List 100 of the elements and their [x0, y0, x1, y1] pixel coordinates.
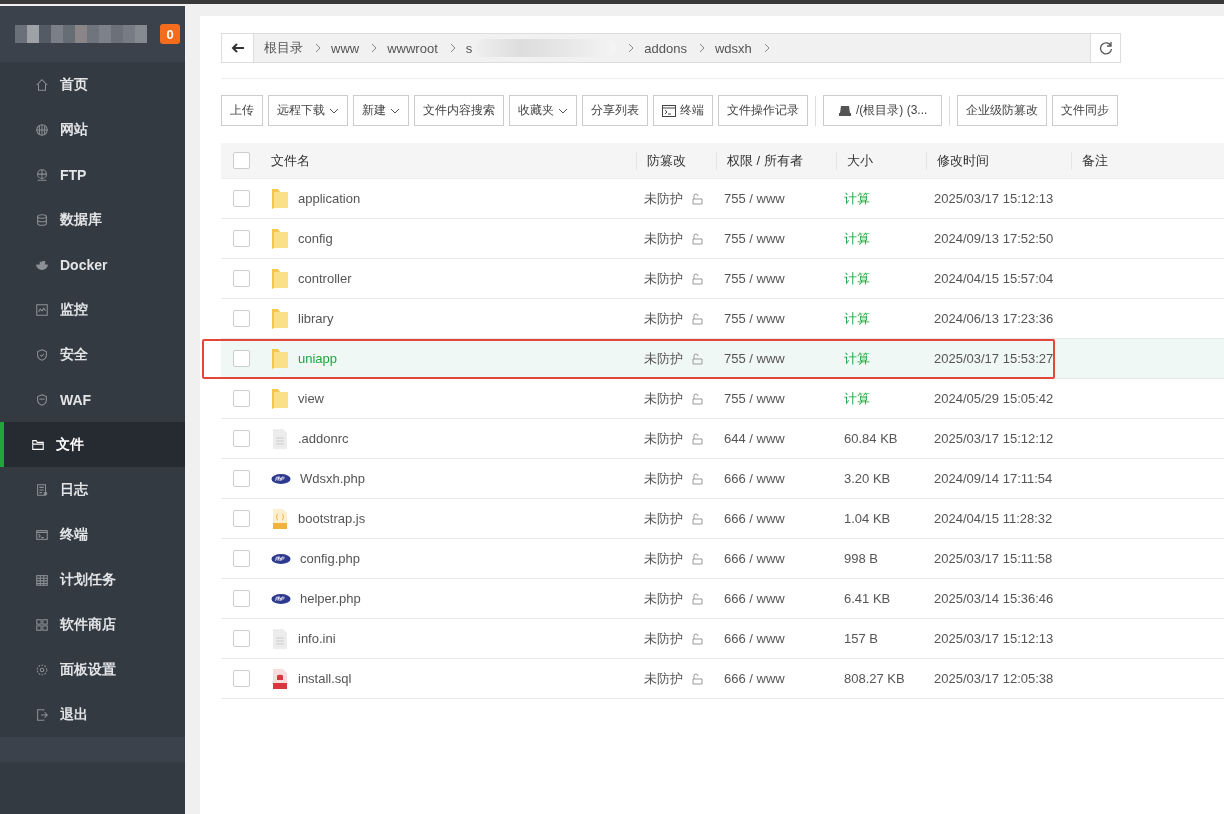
- file-name[interactable]: .addonrc: [298, 431, 349, 446]
- file-row[interactable]: bootstrap.js 未防护 666 / www 1.04 KB 2024/04/15 11:28:32: [221, 498, 1224, 539]
- toolbar-button[interactable]: 文件内容搜索: [414, 95, 504, 126]
- row-checkbox[interactable]: [233, 230, 250, 247]
- permission-cell[interactable]: 755 / www: [716, 271, 785, 286]
- unlock-icon[interactable]: [691, 672, 703, 685]
- file-name[interactable]: controller: [298, 271, 352, 286]
- permission-cell[interactable]: 755 / www: [716, 311, 785, 326]
- file-name[interactable]: library: [298, 311, 334, 326]
- file-name[interactable]: view: [298, 391, 324, 406]
- file-row[interactable]: library 未防护 755 / www 计算 2024/06/13 17:23:36: [221, 298, 1224, 339]
- path-bar[interactable]: 根目录 www wwwroot s addons wdsxh: [221, 33, 1121, 63]
- unlock-icon[interactable]: [691, 632, 703, 645]
- breadcrumb-item[interactable]: www: [331, 40, 360, 56]
- file-row[interactable]: uniapp 未防护 755 / www 计算 2025/03/17 15:53:27: [221, 338, 1224, 379]
- permission-cell[interactable]: 666 / www: [716, 631, 785, 646]
- file-row[interactable]: Wdsxh.php 未防护 666 / www 3.20 KB 2024/09/14 17:11:54: [221, 458, 1224, 499]
- file-row[interactable]: helper.php 未防护 666 / www 6.41 KB 2025/03/14 15:36:46: [221, 578, 1224, 619]
- permission-cell[interactable]: 755 / www: [716, 231, 785, 246]
- breadcrumb-item[interactable]: addons: [644, 40, 687, 56]
- sidebar-item[interactable]: WAF: [0, 377, 185, 422]
- unlock-icon[interactable]: [691, 512, 703, 525]
- column-header[interactable]: 文件名: [271, 152, 310, 168]
- toolbar-button[interactable]: /(根目录) (3...: [823, 95, 943, 126]
- file-name[interactable]: info.ini: [298, 631, 336, 646]
- file-row[interactable]: info.ini 未防护 666 / www 157 B 2025/03/17 15:12:13: [221, 618, 1224, 659]
- select-all-checkbox[interactable]: [233, 152, 250, 169]
- toolbar-button[interactable]: 分享列表: [582, 95, 648, 126]
- sidebar-item[interactable]: 文件: [0, 422, 185, 467]
- permission-cell[interactable]: 755 / www: [716, 391, 785, 406]
- unlock-icon[interactable]: [691, 552, 703, 565]
- permission-cell[interactable]: 666 / www: [716, 471, 785, 486]
- row-checkbox[interactable]: [233, 310, 250, 327]
- file-row[interactable]: .addonrc 未防护 644 / www 60.84 KB 2025/03/17 15:12:12: [221, 418, 1224, 459]
- unlock-icon[interactable]: [691, 392, 703, 405]
- file-row[interactable]: config.php 未防护 666 / www 998 B 2025/03/17 15:11:58: [221, 538, 1224, 579]
- permission-cell[interactable]: 755 / www: [716, 191, 785, 206]
- breadcrumb-item[interactable]: 根目录: [264, 39, 303, 57]
- file-row[interactable]: application 未防护 755 / www 计算 2025/03/17 15:12:13: [221, 178, 1224, 219]
- unlock-icon[interactable]: [691, 192, 703, 205]
- sidebar-item[interactable]: 监控: [0, 287, 185, 332]
- file-name[interactable]: application: [298, 191, 361, 206]
- sidebar-item[interactable]: 计划任务: [0, 557, 185, 602]
- sidebar-item[interactable]: 软件商店: [0, 602, 185, 647]
- file-name[interactable]: bootstrap.js: [298, 511, 366, 526]
- toolbar-button[interactable]: 文件同步: [1052, 95, 1119, 126]
- breadcrumb-item[interactable]: s: [465, 40, 473, 56]
- file-name[interactable]: helper.php: [300, 591, 361, 606]
- permission-cell[interactable]: 666 / www: [716, 551, 785, 566]
- toolbar-button[interactable]: 企业级防篡改: [957, 95, 1048, 126]
- permission-cell[interactable]: 666 / www: [716, 591, 785, 606]
- unlock-icon[interactable]: [691, 272, 703, 285]
- sidebar-item[interactable]: 数据库: [0, 197, 185, 242]
- breadcrumb-item[interactable]: wwwroot: [387, 40, 438, 56]
- file-name[interactable]: Wdsxh.php: [300, 471, 366, 486]
- file-row[interactable]: view 未防护 755 / www 计算 2024/05/29 15:05:42: [221, 378, 1224, 419]
- sidebar-item[interactable]: FTP: [0, 152, 185, 197]
- row-checkbox[interactable]: [233, 630, 250, 647]
- toolbar-button[interactable]: 文件操作记录: [718, 95, 808, 126]
- file-row[interactable]: install.sql 未防护 666 / www 808.27 KB 2025/03/17 12:05:38: [221, 658, 1224, 699]
- permission-cell[interactable]: 644 / www: [716, 431, 785, 446]
- toolbar-button[interactable]: 上传: [221, 95, 263, 126]
- row-checkbox[interactable]: [233, 470, 250, 487]
- sidebar-item[interactable]: Docker: [0, 242, 185, 287]
- unlock-icon[interactable]: [691, 592, 703, 605]
- unlock-icon[interactable]: [691, 472, 703, 485]
- back-button[interactable]: [222, 34, 254, 62]
- toolbar-button[interactable]: 远程下载: [268, 95, 348, 126]
- breadcrumb-item[interactable]: wdsxh: [714, 40, 752, 56]
- row-checkbox[interactable]: [233, 350, 250, 367]
- sidebar-item[interactable]: 退出: [0, 692, 185, 737]
- sidebar-item[interactable]: 首页: [0, 62, 185, 107]
- row-checkbox[interactable]: [233, 390, 250, 407]
- sidebar-item[interactable]: 安全: [0, 332, 185, 377]
- refresh-button[interactable]: [1090, 34, 1120, 62]
- permission-cell[interactable]: 666 / www: [716, 511, 785, 526]
- toolbar-button[interactable]: 新建: [353, 95, 409, 126]
- row-checkbox[interactable]: [233, 590, 250, 607]
- file-row[interactable]: controller 未防护 755 / www 计算 2024/04/15 15:57:04: [221, 258, 1224, 299]
- row-checkbox[interactable]: [233, 550, 250, 567]
- toolbar-button[interactable]: 收藏夹: [509, 95, 577, 126]
- unlock-icon[interactable]: [691, 232, 703, 245]
- sidebar-item[interactable]: 日志: [0, 467, 185, 512]
- row-checkbox[interactable]: [233, 510, 250, 527]
- file-name[interactable]: config: [298, 231, 333, 246]
- permission-cell[interactable]: 666 / www: [716, 671, 785, 686]
- row-checkbox[interactable]: [233, 670, 250, 687]
- sidebar-item[interactable]: 网站: [0, 107, 185, 152]
- unlock-icon[interactable]: [691, 352, 703, 365]
- file-row[interactable]: config 未防护 755 / www 计算 2024/09/13 17:52:50: [221, 218, 1224, 259]
- file-name[interactable]: config.php: [300, 551, 360, 566]
- unlock-icon[interactable]: [691, 312, 703, 325]
- toolbar-button[interactable]: 终端: [653, 95, 713, 126]
- file-name[interactable]: install.sql: [298, 671, 352, 686]
- row-checkbox[interactable]: [233, 270, 250, 287]
- sidebar-item[interactable]: 终端: [0, 512, 185, 557]
- unlock-icon[interactable]: [691, 432, 703, 445]
- sidebar-item[interactable]: 面板设置: [0, 647, 185, 692]
- row-checkbox[interactable]: [233, 190, 250, 207]
- row-checkbox[interactable]: [233, 430, 250, 447]
